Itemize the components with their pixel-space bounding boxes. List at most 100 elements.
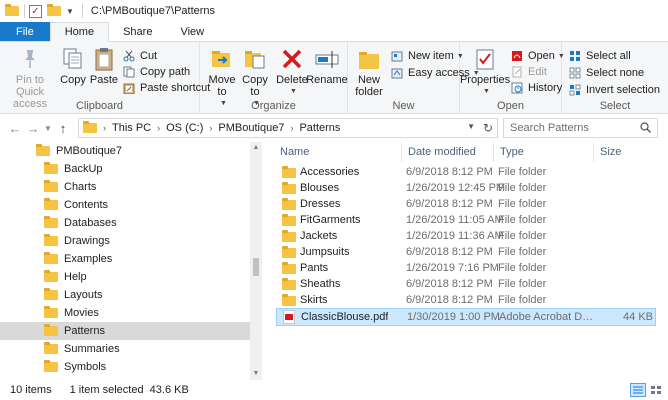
open-group: Properties ▼ Open ▼ Edit History Open: [460, 42, 565, 114]
table-row[interactable]: Accessories 6/9/2018 8:12 PM File folder: [276, 164, 656, 180]
tab-home[interactable]: Home: [49, 22, 110, 42]
file-size: [616, 180, 652, 196]
table-row-selected[interactable]: ClassicBlouse.pdf 1/30/2019 1:00 PM Adob…: [276, 308, 656, 326]
details-view-icon[interactable]: [630, 383, 646, 397]
breadcrumb-patterns[interactable]: Patterns: [299, 122, 340, 134]
delete-label: Delete: [276, 74, 308, 86]
breadcrumb-this-pc[interactable]: This PC: [112, 122, 151, 134]
tab-file[interactable]: File: [0, 22, 50, 41]
table-row[interactable]: Sheaths 6/9/2018 8:12 PM File folder: [276, 276, 656, 292]
divider: [24, 4, 25, 18]
properties-button[interactable]: Properties ▼: [460, 46, 510, 98]
tree-item-help[interactable]: Help: [0, 268, 250, 286]
large-icons-view-icon[interactable]: [648, 383, 664, 397]
column-header-type[interactable]: Type: [494, 142, 594, 162]
properties-quick-icon[interactable]: ✓: [29, 4, 42, 18]
navigation-scrollbar[interactable]: ▲ ▼: [250, 142, 262, 380]
open-button[interactable]: Open ▼: [510, 48, 565, 64]
forward-arrow-icon[interactable]: →: [24, 121, 42, 136]
delete-dropdown-icon: ▼: [290, 88, 297, 95]
chevron-right-icon[interactable]: ›: [290, 123, 293, 133]
tree-item-layouts[interactable]: Layouts: [0, 286, 250, 304]
file-date: 6/9/2018 8:12 PM: [406, 198, 493, 210]
copy-path-button[interactable]: Copy path: [122, 64, 190, 80]
invert-selection-button[interactable]: Invert selection: [568, 82, 660, 98]
tree-item-summaries[interactable]: Summaries: [0, 340, 250, 358]
tree-item-movies[interactable]: Movies: [0, 304, 250, 322]
scroll-up-icon[interactable]: ▲: [250, 142, 262, 154]
chevron-right-icon[interactable]: ›: [209, 123, 212, 133]
new-item-button[interactable]: New item ▼: [390, 48, 464, 64]
table-row[interactable]: Dresses 6/9/2018 8:12 PM File folder: [276, 196, 656, 212]
item-count: 10 items: [10, 384, 52, 396]
tree-item-databases[interactable]: Databases: [0, 214, 250, 232]
chevron-right-icon[interactable]: ›: [103, 123, 106, 133]
breadcrumb-os-c[interactable]: OS (C:): [166, 122, 203, 134]
file-type: File folder: [498, 198, 547, 210]
file-name: Blouses: [300, 182, 340, 194]
scroll-down-icon[interactable]: ▼: [250, 368, 262, 380]
organize-group-label: Organize: [251, 100, 296, 112]
tab-share[interactable]: Share: [109, 22, 166, 41]
history-button[interactable]: History: [510, 80, 562, 96]
file-type: File folder: [498, 182, 547, 194]
paste-button[interactable]: Paste: [88, 46, 120, 86]
copy-button[interactable]: Copy: [58, 46, 88, 86]
tab-view[interactable]: View: [166, 22, 218, 41]
recent-locations-dropdown-icon[interactable]: ▼: [42, 124, 54, 133]
table-row[interactable]: FitGarments 1/26/2019 11:05 AM File fold…: [276, 212, 656, 228]
folder-icon: [44, 360, 58, 372]
tree-item-label: Movies: [64, 307, 99, 319]
back-arrow-icon[interactable]: ←: [6, 121, 24, 136]
tree-item-drawings[interactable]: Drawings: [0, 232, 250, 250]
file-date: 1/26/2019 12:45 PM: [406, 182, 506, 194]
copy-icon: [59, 46, 87, 72]
table-row[interactable]: Jackets 1/26/2019 11:36 AM File folder: [276, 228, 656, 244]
tree-item-symbols[interactable]: Symbols: [0, 358, 250, 376]
file-size: [616, 276, 652, 292]
column-header-size[interactable]: Size: [594, 142, 664, 162]
refresh-icon[interactable]: ↻: [483, 121, 493, 135]
tree-item-patterns[interactable]: Patterns: [0, 322, 250, 340]
table-row[interactable]: Pants 1/26/2019 7:16 PM File folder: [276, 260, 656, 276]
search-icon[interactable]: [640, 122, 651, 133]
paste-shortcut-button[interactable]: Paste shortcut: [122, 80, 210, 96]
table-row[interactable]: Jumpsuits 6/9/2018 8:12 PM File folder: [276, 244, 656, 260]
file-size: [616, 260, 652, 276]
column-header-date[interactable]: Date modified: [402, 142, 494, 162]
table-row[interactable]: Blouses 1/26/2019 12:45 PM File folder: [276, 180, 656, 196]
file-date: 1/26/2019 7:16 PM: [406, 262, 499, 274]
select-none-button[interactable]: Select none: [568, 65, 644, 81]
quick-access-dropdown-icon[interactable]: ▼: [66, 7, 74, 16]
address-dropdown-icon[interactable]: ▼: [467, 122, 475, 131]
delete-button[interactable]: Delete ▼: [276, 46, 308, 98]
folder-icon: [44, 216, 58, 228]
copy-path-label: Copy path: [140, 66, 191, 78]
tree-item-label: Drawings: [64, 235, 110, 247]
tree-item-backup[interactable]: BackUp: [0, 160, 250, 178]
table-row[interactable]: Skirts 6/9/2018 8:12 PM File folder: [276, 292, 656, 308]
search-box[interactable]: [503, 118, 658, 138]
tree-item-pmboutique7[interactable]: PMBoutique7: [0, 142, 250, 160]
file-date: 6/9/2018 8:12 PM: [406, 294, 493, 306]
tree-item-charts[interactable]: Charts: [0, 178, 250, 196]
file-date: 6/9/2018 8:12 PM: [406, 246, 493, 258]
edit-button[interactable]: Edit: [510, 64, 547, 80]
rename-button[interactable]: Rename: [306, 46, 348, 86]
new-folder-quick-icon[interactable]: [46, 4, 62, 18]
up-arrow-icon[interactable]: ↑: [54, 121, 72, 136]
cut-button[interactable]: Cut: [122, 48, 157, 64]
tree-item-contents[interactable]: Contents: [0, 196, 250, 214]
folder-icon: [44, 324, 58, 336]
column-header-name[interactable]: Name: [274, 142, 402, 162]
scroll-thumb[interactable]: [253, 258, 259, 276]
tree-item-examples[interactable]: Examples: [0, 250, 250, 268]
address-bar[interactable]: › This PC › OS (C:) › PMBoutique7 › Patt…: [78, 118, 498, 138]
search-input[interactable]: [510, 122, 635, 134]
breadcrumb-pmboutique7[interactable]: PMBoutique7: [218, 122, 284, 134]
properties-icon: [471, 46, 499, 72]
file-name: ClassicBlouse.pdf: [301, 311, 389, 323]
chevron-right-icon[interactable]: ›: [157, 123, 160, 133]
new-folder-button[interactable]: New folder: [352, 46, 386, 98]
select-all-button[interactable]: Select all: [568, 48, 631, 64]
